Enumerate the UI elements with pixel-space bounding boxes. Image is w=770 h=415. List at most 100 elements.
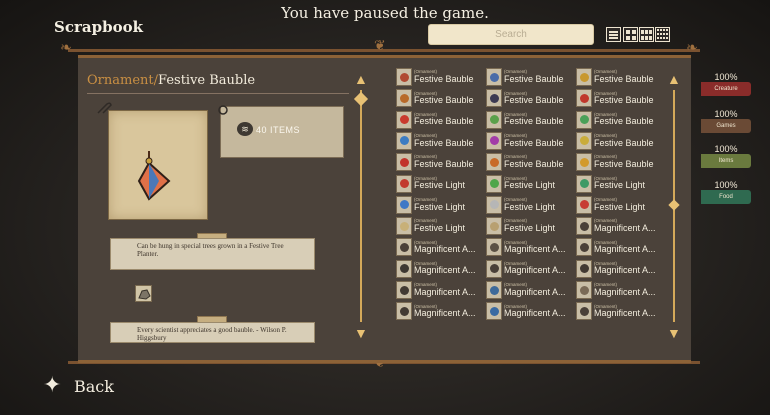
ornament-icon <box>486 89 502 108</box>
ornament-icon <box>576 238 592 257</box>
festive-bauble-icon <box>137 151 171 201</box>
grid-item-name: Festive Bauble <box>414 74 474 84</box>
grid-item-name: Magnificent A... <box>414 309 476 319</box>
grid-item-name: Festive Bauble <box>414 138 474 148</box>
grid-item[interactable]: (Ornament) Festive Bauble <box>396 131 482 151</box>
ornament-icon <box>396 153 412 172</box>
grid-scroll-down-arrow-icon[interactable]: ▼ <box>667 326 681 340</box>
ornament-icon <box>486 302 502 321</box>
grid-scroll-up-arrow-icon[interactable]: ▲ <box>667 72 681 86</box>
ornament-icon <box>486 110 502 129</box>
ornament-icon <box>486 68 502 86</box>
grid-item[interactable]: (Ornament) Magnificent A... <box>486 301 572 321</box>
category-percent: 100% <box>714 180 738 190</box>
grid-item-name: Festive Bauble <box>414 159 474 169</box>
frame-center-ornament: ❦ <box>374 38 386 54</box>
ornament-icon <box>576 195 592 214</box>
grid-item-name: Magnificent A... <box>504 266 566 276</box>
grid-item-name: Magnificent A... <box>414 287 476 297</box>
detail-scrollbar-track[interactable] <box>360 90 362 322</box>
back-arrow-icon[interactable]: ✦ <box>43 371 69 399</box>
grid-item[interactable]: (Ornament) Magnificent A... <box>396 280 482 300</box>
grid-item[interactable]: (Ornament) Festive Bauble <box>396 67 482 87</box>
grid-item[interactable]: (Ornament) Festive Bauble <box>396 88 482 108</box>
grid-item[interactable]: (Ornament) Magnificent A... <box>486 280 572 300</box>
category-percent: 100% <box>714 72 738 82</box>
ornament-icon <box>396 238 412 257</box>
item-picture-card <box>108 110 208 220</box>
grid-item-name: Festive Bauble <box>504 138 564 148</box>
grid-item-name: Festive Bauble <box>414 96 474 106</box>
paperclip-icon <box>216 103 230 117</box>
grid-item[interactable]: (Ornament) Festive Light <box>486 216 572 236</box>
grid-item[interactable]: (Ornament) Festive Bauble <box>576 110 662 130</box>
ornament-icon <box>396 68 412 86</box>
grid-item[interactable]: (Ornament) Festive Bauble <box>486 67 572 87</box>
item-grid: (Ornament) Festive Bauble (Ornament) Festiv… <box>396 67 664 348</box>
grid-item[interactable]: (Ornament) Magnificent A... <box>486 259 572 279</box>
ornament-icon <box>576 174 592 193</box>
grid-item[interactable]: (Ornament) Festive Bauble <box>396 110 482 130</box>
grid-item[interactable]: (Ornament) Festive Bauble <box>576 88 662 108</box>
three-column-view-button[interactable] <box>639 27 654 42</box>
ornament-icon <box>396 259 412 278</box>
ornament-icon <box>396 131 412 150</box>
category-items[interactable]: 100% Items <box>701 144 751 168</box>
grid-item-name: Magnificent A... <box>504 309 566 319</box>
two-column-view-button[interactable] <box>623 27 638 42</box>
grid-item[interactable]: (Ornament) Festive Bauble <box>576 131 662 151</box>
category-percent: 100% <box>714 109 738 119</box>
grid-item[interactable]: (Ornament) Festive Bauble <box>396 152 482 172</box>
grid-item-name: Festive Bauble <box>504 96 564 106</box>
grid-item[interactable]: (Ornament) Festive Light <box>576 195 662 215</box>
scroll-down-arrow-icon[interactable]: ▼ <box>354 326 368 340</box>
list-view-button[interactable] <box>606 27 621 42</box>
scroll-up-arrow-icon[interactable]: ▲ <box>354 72 368 86</box>
grid-item-name: Festive Bauble <box>504 159 564 169</box>
ornament-icon <box>486 174 502 193</box>
grid-item[interactable]: (Ornament) Festive Light <box>576 174 662 194</box>
category-creature[interactable]: 100% Creature <box>701 72 751 96</box>
grid-item[interactable]: (Ornament) Festive Light <box>396 216 482 236</box>
search-input[interactable]: Search <box>428 24 594 45</box>
ornament-icon <box>396 217 412 236</box>
rock-icon <box>138 289 151 300</box>
detail-title: Ornament/Festive Bauble <box>87 73 255 88</box>
grid-item[interactable]: (Ornament) Festive Bauble <box>576 67 662 87</box>
category-games[interactable]: 100% Games <box>701 109 751 133</box>
grid-item-name: Magnificent A... <box>414 266 476 276</box>
grid-item[interactable]: (Ornament) Magnificent A... <box>396 301 482 321</box>
grid-item[interactable]: (Ornament) Festive Bauble <box>486 131 572 151</box>
grid-item[interactable]: (Ornament) Festive Light <box>486 195 572 215</box>
grid-item-name: Festive Light <box>414 181 466 191</box>
grid-item[interactable]: (Ornament) Magnificent A... <box>396 259 482 279</box>
grid-item[interactable]: (Ornament) Magnificent A... <box>576 301 662 321</box>
grid-item[interactable]: (Ornament) Magnificent A... <box>576 259 662 279</box>
grid-item[interactable]: (Ornament) Festive Bauble <box>486 88 572 108</box>
ornament-icon <box>576 153 592 172</box>
grid-item[interactable]: (Ornament) Festive Light <box>486 174 572 194</box>
four-column-view-button[interactable] <box>655 27 670 42</box>
frame-corner-ornament: ❧ <box>686 40 698 56</box>
grid-item[interactable]: (Ornament) Festive Bauble <box>486 152 572 172</box>
grid-item[interactable]: (Ornament) Festive Light <box>396 174 482 194</box>
category-food[interactable]: 100% Food <box>701 180 751 204</box>
grid-item-name: Festive Bauble <box>504 74 564 84</box>
ornament-icon <box>486 153 502 172</box>
items-count-label: 40 ITEMS <box>256 125 301 135</box>
grid-item[interactable]: (Ornament) Festive Bauble <box>486 110 572 130</box>
ornament-icon <box>396 195 412 214</box>
grid-item[interactable]: (Ornament) Festive Bauble <box>576 152 662 172</box>
grid-item[interactable]: (Ornament) Magnificent A... <box>576 280 662 300</box>
grid-item[interactable]: (Ornament) Festive Light <box>396 195 482 215</box>
grid-item[interactable]: (Ornament) Magnificent A... <box>396 237 482 257</box>
grid-item[interactable]: (Ornament) Magnificent A... <box>576 237 662 257</box>
grid-item-name: Magnificent A... <box>594 245 656 255</box>
ornament-icon <box>486 217 502 236</box>
back-button[interactable]: Back <box>74 377 114 396</box>
grid-item[interactable]: (Ornament) Magnificent A... <box>576 216 662 236</box>
ornament-icon <box>576 281 592 299</box>
grid-item[interactable]: (Ornament) Magnificent A... <box>486 237 572 257</box>
detail-category: Ornament <box>87 73 154 88</box>
crafting-ingredient-slot[interactable] <box>135 285 152 302</box>
